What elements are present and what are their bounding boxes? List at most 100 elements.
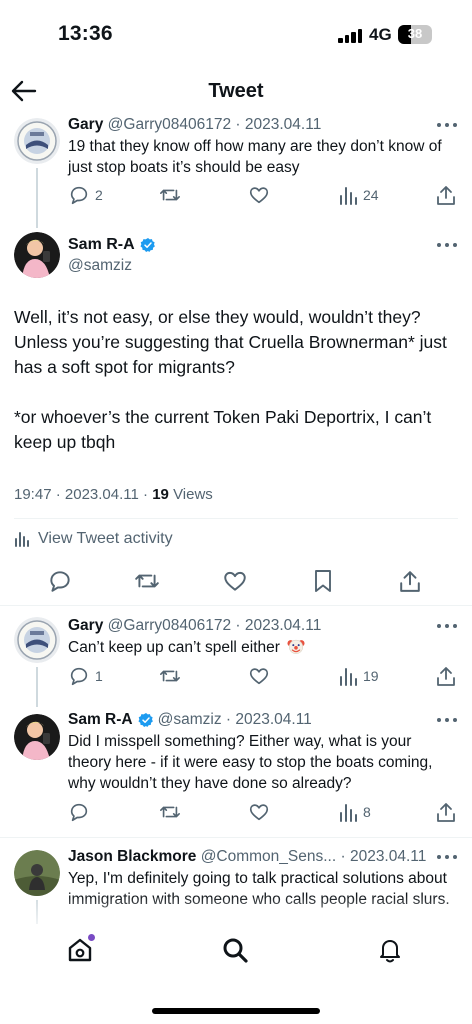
verified-badge-icon [138, 713, 153, 727]
author-name: Gary [68, 116, 104, 133]
signal-icon [338, 29, 364, 43]
author-name: Sam R-A [68, 711, 133, 728]
main-tweet-meta: 19:47 · 2023.04.11 · 19 Views [14, 486, 213, 503]
views-icon [340, 668, 357, 686]
main-tweet-text: Well, it’s not easy, or else they would,… [14, 305, 460, 480]
reply-count: 1 [95, 668, 103, 684]
views-count: 19 [363, 668, 379, 684]
views-count: 24 [363, 187, 379, 203]
views-icon [340, 804, 357, 822]
tweet-actions: 8 [68, 800, 458, 824]
like-icon [249, 804, 269, 821]
main-author-name[interactable]: Sam R-A [68, 236, 156, 254]
retweet-button[interactable] [158, 183, 182, 207]
author-handle: @Garry08406172 [107, 116, 232, 133]
views-icon [340, 187, 357, 205]
reply-gary-2[interactable]: Gary @Garry08406172 · 2023.04.11 Can’t k… [68, 617, 456, 658]
retweet-icon [160, 806, 180, 818]
like-icon[interactable] [222, 568, 248, 594]
retweet-icon [160, 670, 180, 682]
main-author-name-text: Sam R-A [68, 236, 135, 253]
avatar-sam[interactable] [14, 714, 60, 760]
share-icon[interactable] [399, 568, 421, 594]
more-icon[interactable] [436, 716, 458, 724]
tweet-text: 19 that they know off how many are they … [68, 138, 442, 176]
bookmark-icon[interactable] [311, 568, 335, 594]
share-button[interactable] [436, 664, 456, 688]
reply-icon [70, 803, 88, 822]
main-tweet-actions [0, 568, 472, 596]
like-button[interactable] [248, 800, 270, 824]
thread-line [36, 168, 38, 228]
status-time: 13:36 [58, 22, 113, 45]
divider [0, 837, 472, 838]
reply-button[interactable]: 1 [68, 664, 103, 688]
share-icon [437, 803, 455, 822]
notification-dot [88, 934, 95, 941]
main-views-label: Views [173, 486, 213, 503]
more-icon[interactable] [436, 853, 458, 861]
like-button[interactable] [248, 183, 270, 207]
tweet-text: Can’t keep up can’t spell either [68, 639, 280, 656]
more-icon[interactable] [436, 622, 458, 630]
tweet-date: 2023.04.11 [244, 617, 322, 634]
reply-button[interactable] [68, 800, 90, 824]
main-paragraph-1: Well, it’s not easy, or else they would,… [14, 307, 447, 377]
battery-icon: 38 [398, 25, 432, 44]
status-bar: 13:36 4G 38 [0, 0, 472, 70]
clown-emoji-icon [287, 639, 305, 654]
avatar-sam[interactable] [14, 232, 60, 278]
tweet-date: 2023.04.11 [349, 848, 427, 865]
share-button[interactable] [436, 183, 456, 207]
tweet-actions: 2 24 [68, 183, 458, 207]
reply-button[interactable]: 2 [68, 183, 103, 207]
main-author-handle[interactable]: @samziz [68, 257, 132, 275]
retweet-button[interactable] [158, 800, 182, 824]
main-views-count: 19 [152, 486, 169, 503]
battery-level: 38 [407, 26, 423, 41]
views-count: 8 [363, 804, 371, 820]
network-type: 4G [369, 25, 392, 44]
verified-badge-icon [140, 238, 155, 252]
retweet-button[interactable] [158, 664, 182, 688]
reply-icon [70, 186, 88, 205]
retweet-icon[interactable] [133, 568, 161, 594]
share-icon [437, 667, 455, 686]
analytics-icon [15, 532, 29, 547]
search-icon[interactable] [221, 936, 249, 964]
avatar-jason[interactable] [14, 850, 60, 896]
bottom-tab-bar [0, 924, 472, 984]
reply-icon[interactable] [47, 568, 73, 594]
divider [14, 518, 458, 519]
more-icon[interactable] [436, 121, 458, 129]
reply-sam[interactable]: Sam R-A @samziz · 2023.04.11 Did I missp… [68, 711, 456, 794]
like-icon [249, 187, 269, 204]
thread-line [36, 667, 38, 707]
author-handle: @Common_Sens... [200, 848, 337, 865]
author-name: Gary [68, 617, 104, 634]
reply-gary-1[interactable]: Gary @Garry08406172 · 2023.04.11 19 that… [68, 116, 456, 178]
main-date: 2023.04.11 [64, 486, 139, 503]
nav-header: Tweet [0, 70, 472, 112]
like-button[interactable] [248, 664, 270, 688]
share-button[interactable] [436, 800, 456, 824]
tweet-date: 2023.04.11 [235, 711, 312, 728]
like-icon [249, 668, 269, 685]
views-button[interactable]: 8 [338, 800, 371, 824]
notifications-icon[interactable] [376, 936, 404, 964]
home-indicator[interactable] [152, 1008, 320, 1014]
view-activity-label: View Tweet activity [38, 530, 173, 547]
share-icon [437, 186, 455, 205]
more-icon[interactable] [436, 241, 458, 249]
views-button[interactable]: 19 [338, 664, 379, 688]
view-activity-link[interactable]: View Tweet activity [14, 530, 173, 548]
tweet-date: 2023.04.11 [244, 116, 322, 133]
page-title: Tweet [208, 80, 264, 102]
author-handle: @Garry08406172 [107, 617, 232, 634]
reply-count: 2 [95, 187, 103, 203]
avatar-gary[interactable] [14, 118, 60, 164]
author-name: Jason Blackmore [68, 848, 197, 865]
avatar-gary[interactable] [14, 617, 60, 663]
tweet-actions: 1 19 [68, 664, 458, 688]
views-button[interactable]: 24 [338, 183, 379, 207]
